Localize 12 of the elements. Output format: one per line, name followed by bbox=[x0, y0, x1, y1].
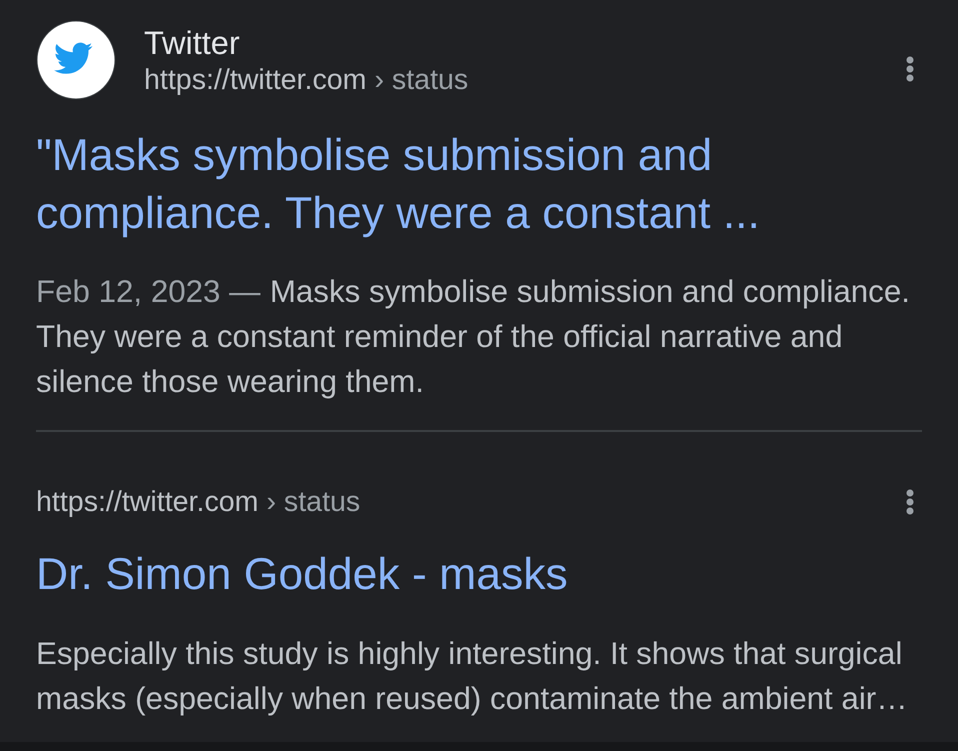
url-path[interactable]: › status bbox=[374, 64, 468, 96]
more-menu-icon[interactable] bbox=[906, 56, 914, 82]
more-menu-icon[interactable] bbox=[906, 489, 914, 515]
bird-icon bbox=[36, 20, 116, 100]
result-url[interactable]: https://twitter.com bbox=[144, 64, 366, 96]
result-snippet: Especially this study is highly interesting. It shows that surgical masks (especially when reused) contaminate the ambient air… bbox=[36, 635, 908, 718]
result-snippet: Feb 12, 2023 — Masks symbolise submission and compliance. They were a constant reminder of the official narrative and silence those wearing them. bbox=[36, 273, 911, 401]
site-name[interactable]: Twitter bbox=[144, 24, 240, 62]
result-url[interactable]: https://twitter.com bbox=[36, 486, 258, 518]
result-title-link[interactable]: Dr. Simon Goddek - masks bbox=[36, 546, 568, 604]
url-path[interactable]: › status bbox=[266, 486, 360, 518]
result-title-link[interactable]: "Masks symbolise submission and compliance. They were a constant ... bbox=[36, 127, 798, 243]
